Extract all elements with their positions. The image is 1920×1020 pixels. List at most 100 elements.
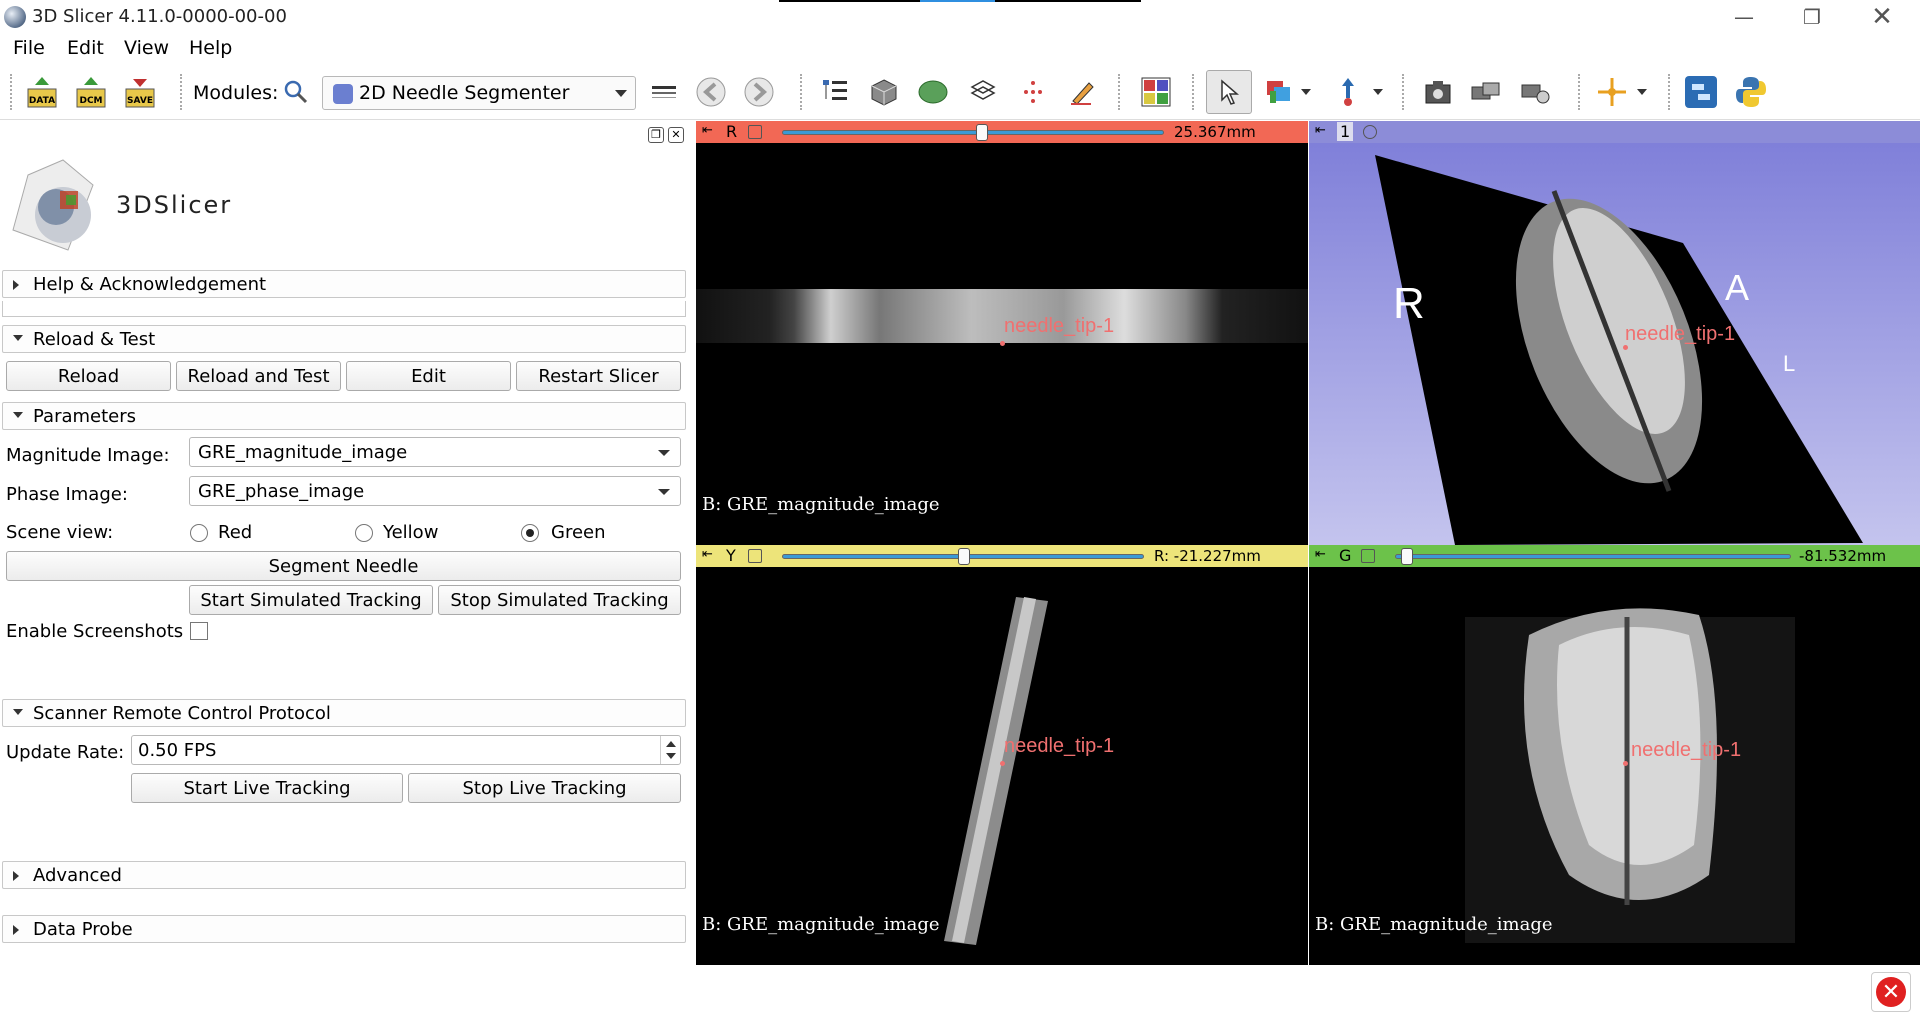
menu-file[interactable]: File [13,37,45,59]
yellow-view-caption: B: GRE_magnitude_image [702,914,940,935]
load-data-button[interactable]: DATA [24,74,60,110]
red-view-caption: B: GRE_magnitude_image [702,494,940,515]
models-module-button[interactable] [915,74,951,110]
segment-needle-button[interactable]: Segment Needle [6,551,681,581]
scene-restore-button[interactable] [1518,74,1554,110]
transforms-module-button[interactable] [965,74,1001,110]
yellow-needle-point[interactable] [1000,761,1005,766]
toolbar-grip [1668,74,1672,110]
segment-editor-button[interactable] [1064,74,1100,110]
data-probe-section-label: Data Probe [33,919,133,940]
scene-view-button[interactable] [1468,74,1504,110]
update-rate-spinbox[interactable]: 0.50 FPS [131,735,681,765]
close-window-button[interactable]: ✕ [1850,0,1914,34]
place-mode-menu[interactable] [1370,74,1386,110]
start-simulated-tracking-button[interactable]: Start Simulated Tracking [189,585,433,615]
menu-help[interactable]: Help [189,37,232,59]
menu-edit[interactable]: Edit [67,37,104,59]
python-console-button[interactable] [1733,74,1769,110]
orientation-a: A [1725,267,1750,308]
layout-button[interactable] [1138,74,1174,110]
parameters-section-header[interactable]: Parameters [2,402,686,430]
help-section-body [2,301,686,317]
restore-button[interactable]: ❐ [1780,0,1844,34]
radio-green[interactable] [521,524,539,542]
place-fiducial-button[interactable] [1330,74,1366,110]
link-icon[interactable] [748,125,762,139]
scene-view-label: Scene view: [6,522,114,543]
markups-module-button[interactable] [1015,74,1051,110]
red-needle-point[interactable] [1000,341,1005,346]
magnitude-image-value: GRE_magnitude_image [198,442,408,463]
data-probe-section-header[interactable]: Data Probe [2,915,686,943]
title-bar: 3D Slicer 4.11.0-0000-00-00 — ❐ ✕ [0,0,1920,34]
yellow-slice-view[interactable]: ⇤ Y R: -21.227mm needle_tip-1 B: GRE_mag… [696,545,1308,965]
crosshair-button[interactable] [1594,74,1630,110]
back-button[interactable] [693,74,729,110]
reload-section-header[interactable]: Reload & Test [2,325,686,353]
radio-yellow[interactable] [355,524,373,542]
red-slice-view[interactable]: ⇤ R 25.367mm needle_tip-1 B: GRE_magnitu… [696,121,1308,545]
collapse-icon [13,709,23,715]
phase-image-select[interactable]: GRE_phase_image [189,476,681,506]
close-panel-button[interactable]: ✕ [668,127,684,143]
3d-view[interactable]: ⇤ 1 R A L needle_tip-1 [1309,121,1920,545]
window-level-button[interactable] [1262,74,1298,110]
cube-icon [871,79,897,106]
scanner-section-header[interactable]: Scanner Remote Control Protocol [2,699,686,727]
module-search-button[interactable] [278,74,314,110]
data-icon: DATA [27,77,57,108]
crosshair-menu[interactable] [1634,74,1650,110]
orientation-r: R [1393,279,1425,328]
minimize-button[interactable]: — [1712,0,1776,34]
save-button[interactable]: SAVE [122,74,158,110]
green-needle-point[interactable] [1623,761,1628,766]
edit-button[interactable]: Edit [346,361,511,391]
reload-test-button[interactable]: Reload and Test [176,361,341,391]
magnitude-image-select[interactable]: GRE_magnitude_image [189,437,681,467]
reload-button[interactable]: Reload [6,361,171,391]
error-icon: ✕ [1876,977,1906,1007]
window-level-menu[interactable] [1298,74,1314,110]
restart-button[interactable]: Restart Slicer [516,361,681,391]
menu-view[interactable]: View [124,37,169,59]
spin-arrows-icon[interactable] [660,736,680,764]
phase-image-value: GRE_phase_image [198,481,365,502]
volumes-module-button[interactable] [866,74,902,110]
extension-manager-button[interactable] [1683,74,1719,110]
red-slider-handle[interactable] [976,124,988,141]
stop-live-tracking-button[interactable]: Stop Live Tracking [408,773,681,803]
float-panel-button[interactable]: ❐ [648,127,664,143]
pin-icon[interactable]: ⇤ [702,123,713,138]
module-history-button[interactable] [646,74,682,110]
advanced-section-header[interactable]: Advanced [2,861,686,889]
modules-label: Modules: [193,82,279,104]
3d-needle-point[interactable] [1623,345,1628,350]
grid-transform-icon [970,80,996,100]
radio-red[interactable] [190,524,208,542]
toolbar-grip [1578,74,1582,110]
screenshot-button[interactable] [1420,74,1456,110]
enable-screenshots-checkbox[interactable] [190,622,208,640]
red-slice-image [696,289,1308,343]
module-selector[interactable]: 2D Needle Segmenter [322,76,636,110]
forward-button[interactable] [741,74,777,110]
load-dicom-button[interactable]: DCM [73,74,109,110]
expand-icon [13,280,19,290]
chevron-down-icon [1373,89,1383,95]
menu-bar: File Edit View Help [0,34,1920,64]
magnitude-label: Magnitude Image: [6,445,170,466]
red-offset-slider[interactable] [782,130,1164,135]
svg-text:DATA: DATA [29,96,55,106]
green-slice-view[interactable]: ⇤ G -81.532mm needle_tip-1 B: GRE_magnit… [1309,545,1920,965]
help-section-header[interactable]: Help & Acknowledgement [2,270,686,298]
data-module-button[interactable] [817,74,853,110]
stop-simulated-tracking-button[interactable]: Stop Simulated Tracking [438,585,681,615]
red-view-label: R [726,122,738,141]
start-live-tracking-button[interactable]: Start Live Tracking [131,773,403,803]
error-log-button[interactable]: ✕ [1871,972,1911,1012]
view-transform-mode-button[interactable] [1206,70,1252,114]
window-title: 3D Slicer 4.11.0-0000-00-00 [32,6,287,27]
green-view-caption: B: GRE_magnitude_image [1315,914,1553,935]
3d-volume-render [1375,155,1863,545]
